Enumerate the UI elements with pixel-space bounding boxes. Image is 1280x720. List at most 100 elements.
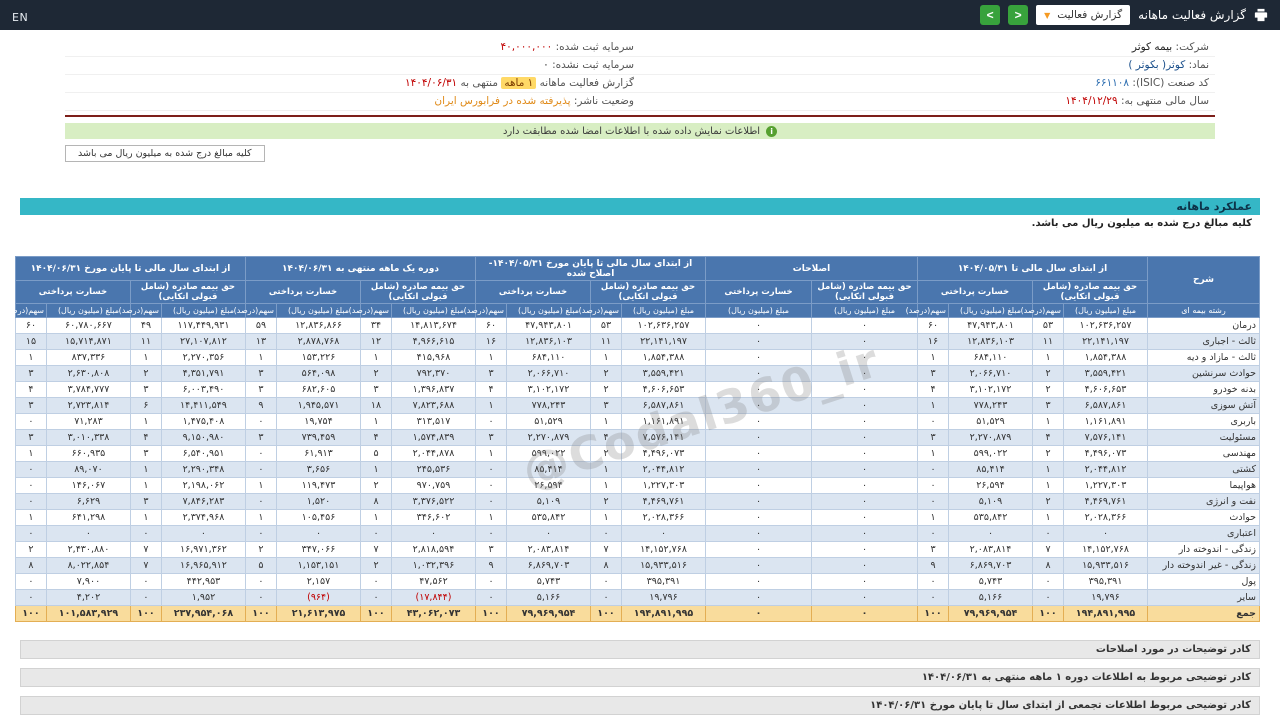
cell-value: ۰: [705, 317, 812, 334]
cell-value: ۰: [705, 397, 812, 414]
info-row: کد صنعت (ISIC): ۶۶۱۱۰۸ گزارش فعالیت ماها…: [65, 75, 1215, 93]
cell-value: ۳: [590, 397, 622, 414]
cell-value: ۱۴۶,۰۶۷: [45, 477, 131, 494]
cell-value: ۱۶,۹۶۵,۹۱۲: [160, 557, 246, 574]
cell-value: ۱۸: [360, 397, 392, 414]
report-type-select[interactable]: گزارش فعالیت ▼: [1036, 5, 1131, 25]
cell-value: ۰: [1063, 525, 1148, 542]
col-group-header: از ابتدای سال مالی تا پایان مورخ ۱۴۰۴/۰۵…: [475, 256, 706, 281]
cell-value: ۰: [360, 525, 392, 542]
cell-value: ۵,۷۴۳: [506, 573, 591, 590]
cell-value: ۳,۶۵۶: [276, 461, 361, 478]
row-label: زندگی - غیر اندوخته دار: [1147, 557, 1260, 574]
cell-value: ۷,۵۷۶,۱۴۱: [621, 429, 706, 446]
prev-report-button[interactable]: <: [980, 5, 1001, 25]
cell-value: ۲۲,۱۴۱,۱۹۷: [621, 333, 706, 350]
col-group-header: اصلاحات: [705, 256, 918, 281]
cell-value: ۱,۸۵۴,۳۸۸: [1063, 349, 1148, 366]
row-label: آتش سوزی: [1147, 397, 1260, 414]
col-amount: مبلغ (میلیون ریال): [506, 303, 591, 318]
cell-value: ۰: [475, 461, 507, 478]
cell-value: ۳,۵۵۹,۴۲۱: [621, 365, 706, 382]
cell-value: ۲: [14, 541, 47, 558]
cell-value: ۱۰۲,۶۳۶,۲۵۷: [1063, 317, 1148, 334]
performance-table: شرح از ابتدای سال مالی تا ۱۴۰۴/۰۵/۳۱ اصلاح…: [4, 256, 1260, 622]
cell-value: ۱: [129, 413, 162, 430]
cell-value: ۳,۵۵۹,۴۲۱: [1063, 365, 1148, 382]
cell-value: ۱۰۰: [129, 605, 162, 622]
cell-value: ۱,۸۵۴,۳۸۸: [621, 349, 706, 366]
cell-value: ۲,۸۱۸,۵۹۴: [391, 541, 476, 558]
cell-value: ۱۱۷,۴۴۹,۹۳۱: [160, 317, 246, 334]
table-row: زندگی - غیر اندوخته دار ۱۵,۹۳۳,۵۱۶ ۸ ۶,۸۶۹,…: [14, 557, 1260, 574]
cell-value: ۰: [14, 589, 47, 606]
cell-value: ۴,۴۶۹,۷۶۱: [1063, 493, 1148, 510]
col-share: سهم(درصد): [464, 303, 507, 318]
cell-value: (۱۷,۸۴۴): [391, 589, 476, 606]
cell-value: ۶۰: [917, 317, 949, 334]
cell-value: ۲۳۷,۹۵۴,۰۶۸: [160, 605, 246, 622]
cell-value: ۲,۰۶۶,۷۱۰: [506, 365, 591, 382]
cell-value: ۲۶,۵۹۴: [506, 477, 591, 494]
row-label: هواپیما: [1147, 477, 1260, 494]
cell-value: ۳۴۶,۶۰۲: [391, 509, 476, 526]
cell-value: ۴: [129, 429, 162, 446]
language-toggle[interactable]: EN: [12, 11, 28, 24]
cell-value: ۰: [705, 333, 812, 350]
cell-value: ۰: [917, 461, 949, 478]
cell-value: ۶۸۲,۶۰۵: [276, 381, 361, 398]
info-row: نماد: کوثر( بکوثر ) سرمایه ثبت نشده: ۰: [65, 57, 1215, 75]
comment-bar-period[interactable]: کادر توضیحی مربوط به اطلاعات دوره ۱ ماهه…: [20, 668, 1260, 687]
print-icon[interactable]: [1254, 8, 1268, 22]
col-share: سهم(درصد): [234, 303, 278, 318]
cell-value: ۴: [360, 429, 392, 446]
cell-value: ۷: [129, 541, 162, 558]
cell-value: ۰: [475, 413, 507, 430]
cell-value: ۱۹,۷۹۶: [621, 589, 706, 606]
fiscal-year-field: سال مالی منتهی به: ۱۴۰۴/۱۲/۲۹: [1065, 95, 1209, 107]
cell-value: ۱۲: [360, 333, 392, 350]
cell-value: ۳,۰۱۰,۳۳۸: [45, 429, 131, 446]
cell-value: ۸: [590, 557, 622, 574]
row-label: ثالث - اجباری: [1147, 333, 1260, 350]
cell-value: ۱: [1032, 413, 1064, 430]
row-label: جمع: [1147, 605, 1260, 622]
cell-value: ۲,۰۴۴,۸۱۲: [1063, 461, 1148, 478]
cell-value: ۰: [475, 525, 507, 542]
cell-value: ۵,۱۰۹: [948, 493, 1033, 510]
cell-value: ۷,۸۲۳,۶۸۸: [391, 397, 476, 414]
cell-value: ۰: [1032, 573, 1064, 590]
col-header-desc: شرح: [1147, 256, 1260, 304]
cell-value: ۱۵,۹۳۳,۵۱۶: [1063, 557, 1148, 574]
cell-value: ۲,۰۲۸,۳۶۶: [1063, 509, 1148, 526]
cell-value: ۴۱۵,۹۶۸: [391, 349, 476, 366]
cell-value: ۱: [917, 509, 949, 526]
cell-value: ۱: [129, 509, 162, 526]
col-subheader-premium: حق بیمه صادره (شامل قبولی اتکایی): [1032, 280, 1148, 304]
cell-value: ۱۴,۱۵۲,۷۶۸: [1063, 541, 1148, 558]
cell-value: ۲: [590, 493, 622, 510]
next-report-button[interactable]: >: [1008, 5, 1029, 25]
cell-value: ۰: [276, 525, 361, 542]
col-group-header: از ابتدای سال مالی تا پایان مورخ ۱۴۰۴/۰۶…: [14, 256, 246, 281]
cell-value: ۲,۸۷۸,۷۶۸: [276, 333, 361, 350]
cell-value: ۵۳: [590, 317, 622, 334]
cell-value: ۰: [391, 525, 476, 542]
cell-value: ۱۹,۷۵۴: [276, 413, 361, 430]
cell-value: ۲,۰۸۳,۸۱۴: [948, 541, 1033, 558]
cell-value: ۸: [14, 557, 47, 574]
cell-value: ۵,۱۶۶: [506, 589, 591, 606]
cell-value: ۲,۲۷۰,۳۵۶: [160, 349, 246, 366]
col-amount: مبلغ (میلیون ریال): [621, 303, 706, 318]
comment-bar-cumulative[interactable]: کادر توضیحی مربوط اطلاعات تجمعی از ابتدا…: [20, 696, 1260, 715]
cell-value: ۰: [590, 573, 622, 590]
cell-value: ۰: [811, 557, 918, 574]
comment-bar-adjustments[interactable]: کادر توضیحات در مورد اصلاحات: [20, 640, 1260, 659]
cell-value: ۰: [811, 317, 918, 334]
cell-value: ۹: [244, 397, 278, 414]
cell-value: ۴,۶۰۶,۶۵۳: [1063, 381, 1148, 398]
table-row: سایر ۱۹,۷۹۶ ۰ ۵,۱۶۶ ۰ ۰ ۰ ۱۹,۷۹۶ ۰ ۵,۱۶۶ ۰ (۱۷,۸۴۴)…: [14, 589, 1260, 606]
cell-value: ۲,۱۵۷: [276, 573, 361, 590]
cell-value: ۰: [360, 589, 392, 606]
row-label: ثالث - مازاد و دیه: [1147, 349, 1260, 366]
